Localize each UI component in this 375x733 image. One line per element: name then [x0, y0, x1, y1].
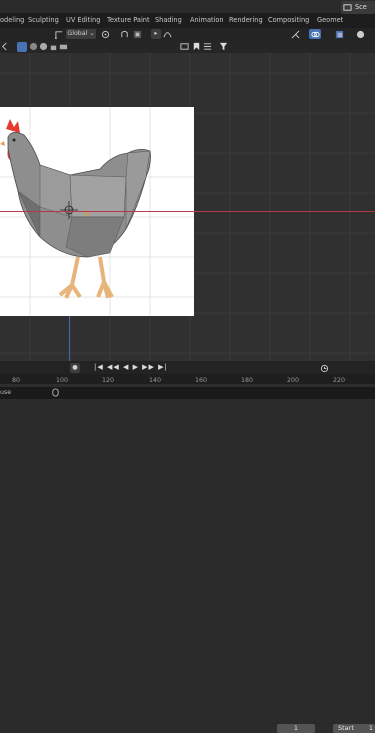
playback-controls[interactable]: |◀ ◀◀ ◀ ▶ ▶▶ ▶|	[94, 363, 168, 371]
tab-shading[interactable]: Shading	[155, 16, 182, 24]
tab-uv-editing[interactable]: UV Editing	[66, 16, 100, 24]
sphere-icon[interactable]	[29, 42, 38, 51]
falloff-icon[interactable]	[163, 30, 172, 39]
viewport-header: Global ⌄ ▸	[0, 28, 375, 41]
3d-viewport[interactable]	[0, 53, 375, 361]
shading-icon[interactable]	[356, 30, 365, 39]
proportional-edit-button[interactable]: ▸	[151, 29, 161, 39]
ruler-number: 140	[149, 377, 162, 384]
tab-compositing[interactable]: Compositing	[268, 16, 309, 24]
tab-rendering[interactable]: Rendering	[229, 16, 263, 24]
workspace-tabs: odeling Sculpting UV Editing Texture Pai…	[0, 13, 375, 28]
ruler-number: 220	[333, 377, 346, 384]
viewport-subheader: chicken	[0, 41, 375, 93]
y-axis-line	[69, 316, 70, 361]
chevron-left-icon[interactable]	[0, 42, 9, 51]
ruler-number: 80	[12, 377, 21, 384]
object-mode-button[interactable]	[17, 42, 27, 52]
tab-geometry-nodes[interactable]: Geomet	[317, 16, 343, 24]
tab-texture-paint[interactable]: Texture Paint	[107, 16, 150, 24]
ruler-number: 100	[56, 377, 69, 384]
start-value: 1	[368, 724, 373, 732]
status-text: use	[0, 389, 12, 396]
record-button[interactable]: ●	[70, 363, 80, 373]
ruler-number: 180	[241, 377, 254, 384]
tab-sculpting[interactable]: Sculpting	[28, 16, 59, 24]
snap-icon[interactable]	[120, 30, 129, 39]
lock-icon[interactable]	[49, 42, 58, 51]
camera-icon[interactable]	[59, 42, 68, 51]
tab-animation[interactable]: Animation	[190, 16, 224, 24]
filter-icon[interactable]	[219, 42, 228, 51]
view-icon[interactable]	[39, 42, 48, 51]
scene-selector[interactable]: Sce	[341, 1, 375, 14]
clock-icon[interactable]	[320, 364, 329, 373]
timeline-header: ● |◀ ◀◀ ◀ ▶ ▶▶ ▶| 1 Start 1	[0, 361, 375, 733]
tab-modeling[interactable]: odeling	[0, 16, 24, 24]
status-bar: use	[0, 387, 375, 399]
start-label: Start	[338, 724, 354, 732]
ruler-number: 160	[195, 377, 208, 384]
mouse-icon	[52, 388, 59, 397]
orientation-dropdown[interactable]: Global ⌄	[66, 29, 96, 39]
sort-icon[interactable]	[180, 42, 189, 51]
transform-orientation-icon	[55, 31, 63, 39]
scene-name: Sce	[355, 3, 367, 11]
xray-icon[interactable]	[335, 30, 344, 39]
bookmark-icon[interactable]	[192, 42, 201, 51]
x-axis-line	[0, 211, 375, 212]
current-frame-field[interactable]: 1	[277, 724, 315, 733]
overlay-icon	[311, 31, 320, 38]
start-frame-field[interactable]: Start 1	[333, 724, 375, 733]
snap-target-icon[interactable]	[133, 30, 142, 39]
scene-icon	[343, 4, 352, 11]
gizmo-icon[interactable]	[291, 30, 300, 39]
pivot-icon[interactable]	[101, 30, 110, 39]
ruler-number: 200	[287, 377, 300, 384]
list-icon[interactable]	[203, 42, 212, 51]
ruler-number: 120	[102, 377, 115, 384]
